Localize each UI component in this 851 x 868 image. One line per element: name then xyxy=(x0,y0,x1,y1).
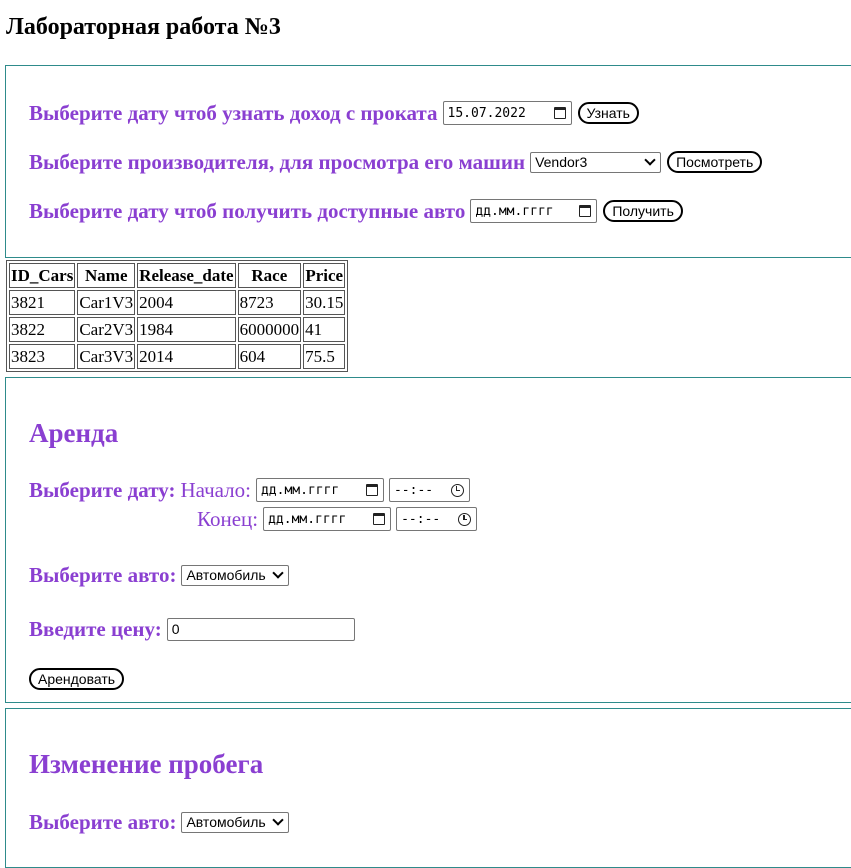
income-label: Выберите дату чтоб узнать доход с прокат… xyxy=(29,101,438,125)
clock-icon[interactable] xyxy=(450,483,464,497)
table-cell: 75.5 xyxy=(303,344,346,369)
calendar-icon[interactable] xyxy=(579,205,592,217)
rent-start-label: Начало: xyxy=(180,478,251,502)
table-cell: 41 xyxy=(303,317,346,342)
rent-car-select[interactable]: Автомобиль xyxy=(181,564,289,586)
available-button[interactable]: Получить xyxy=(603,200,683,222)
table-cell: 3823 xyxy=(9,344,76,369)
mileage-car-label: Выберите авто: xyxy=(29,810,177,834)
rent-price-row: Введите цену: 0 xyxy=(29,616,355,642)
column-header: Race xyxy=(237,263,302,288)
vendor-button[interactable]: Посмотреть xyxy=(667,151,763,173)
rent-title: Аренда xyxy=(29,418,119,448)
cars-table: ID_Cars Name Release_date Race Price 382… xyxy=(6,260,349,372)
table-row: 3822 Car2V3 1984 6000000 41 xyxy=(9,317,346,342)
income-date-input[interactable]: 15.07.2022 xyxy=(442,101,572,125)
calendar-icon[interactable] xyxy=(365,484,378,496)
calendar-icon[interactable] xyxy=(553,107,566,119)
table-cell: 30.15 xyxy=(303,290,346,315)
vendor-label: Выберите производителя, для просмотра ег… xyxy=(29,150,526,174)
chevron-down-icon xyxy=(272,814,284,826)
available-label: Выберите дату чтоб получить доступные ав… xyxy=(29,199,466,223)
vendor-row: Выберите производителя, для просмотра ег… xyxy=(29,149,763,175)
table-cell: 1984 xyxy=(137,317,236,342)
rent-price-label: Введите цену: xyxy=(29,617,162,641)
column-header: Release_date xyxy=(137,263,236,288)
rent-end-date-input[interactable]: дд.мм.гггг xyxy=(263,507,392,531)
rent-panel: Аренда Выберите дату: Начало: дд.мм.гггг… xyxy=(5,377,851,703)
chevron-down-icon xyxy=(644,154,656,166)
rent-end-label: Конец: xyxy=(197,507,259,531)
chevron-down-icon xyxy=(272,567,284,579)
table-row: 3823 Car3V3 2014 604 75.5 xyxy=(9,344,346,369)
mileage-car-select[interactable]: Автомобиль xyxy=(181,811,289,833)
rent-start-date-input[interactable]: дд.мм.гггг xyxy=(255,478,384,502)
page-title: Лабораторная работа №3 xyxy=(6,14,281,40)
vendor-select[interactable]: Vendor3 xyxy=(530,151,662,173)
income-row: Выберите дату чтоб узнать доход с прокат… xyxy=(29,100,639,126)
available-row: Выберите дату чтоб получить доступные ав… xyxy=(29,198,683,224)
mileage-title: Изменение пробега xyxy=(29,749,264,779)
income-button[interactable]: Узнать xyxy=(577,102,639,124)
rent-button[interactable]: Арендовать xyxy=(29,668,125,690)
column-header: Name xyxy=(77,263,136,288)
rent-car-row: Выберите авто: Автомобиль xyxy=(29,562,289,588)
calendar-icon[interactable] xyxy=(373,513,386,525)
rent-date-label: Выберите дату: xyxy=(29,478,176,502)
table-cell: Car3V3 xyxy=(77,344,136,369)
available-date-input[interactable]: дд.мм.гггг xyxy=(470,199,598,223)
clock-icon[interactable] xyxy=(458,512,472,526)
query-panel: Выберите дату чтоб узнать доход с прокат… xyxy=(5,65,851,258)
table-cell: Car2V3 xyxy=(77,317,136,342)
table-cell: 604 xyxy=(237,344,302,369)
rent-button-row: Арендовать xyxy=(29,668,125,690)
table-header-row: ID_Cars Name Release_date Race Price xyxy=(9,263,346,288)
table-row: 3821 Car1V3 2004 8723 30.15 xyxy=(9,290,346,315)
table-cell: 3822 xyxy=(9,317,76,342)
rent-start-time-input[interactable]: --:-- xyxy=(388,478,470,502)
mileage-panel: Изменение пробега Выберите авто: Автомоб… xyxy=(5,708,851,868)
rent-end-row: Конец: дд.мм.гггг --:-- xyxy=(197,506,478,532)
rent-start-row: Выберите дату: Начало: дд.мм.гггг --:-- xyxy=(29,477,470,503)
table-cell: 2004 xyxy=(137,290,236,315)
rent-end-time-input[interactable]: --:-- xyxy=(396,507,478,531)
table-cell: 3821 xyxy=(9,290,76,315)
table-cell: Car1V3 xyxy=(77,290,136,315)
rent-car-label: Выберите авто: xyxy=(29,563,177,587)
mileage-car-row: Выберите авто: Автомобиль xyxy=(29,809,289,835)
column-header: Price xyxy=(303,263,346,288)
rent-price-input[interactable]: 0 xyxy=(166,617,355,641)
table-cell: 2014 xyxy=(137,344,236,369)
table-cell: 8723 xyxy=(237,290,302,315)
table-cell: 6000000 xyxy=(237,317,302,342)
column-header: ID_Cars xyxy=(9,263,76,288)
